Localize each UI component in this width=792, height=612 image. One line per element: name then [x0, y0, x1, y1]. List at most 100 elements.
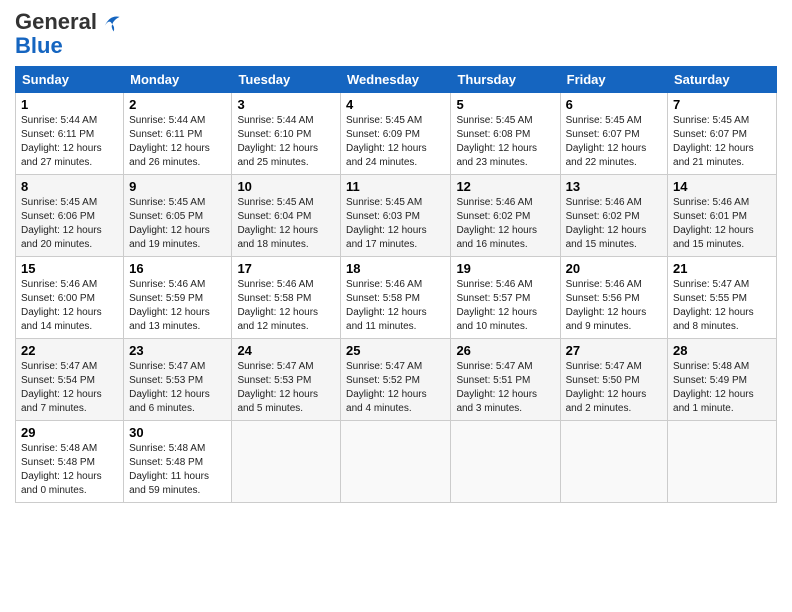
- day-number: 13: [566, 179, 662, 194]
- calendar-cell: 11Sunrise: 5:45 AM Sunset: 6:03 PM Dayli…: [341, 175, 451, 257]
- calendar-cell: 23 Sunrise: 5:47 AM Sunset: 5:53 PM Dayli…: [124, 339, 232, 421]
- day-info: Sunrise: 5:47 AM Sunset: 5:52 PM Dayligh…: [346, 360, 445, 416]
- calendar-cell: [341, 421, 451, 503]
- day-info: Sunrise: 5:47 AM Sunset: 5:51 PM Dayligh…: [456, 360, 554, 416]
- weekday-header-tuesday: Tuesday: [232, 67, 341, 93]
- calendar-week-4: 22 Sunrise: 5:47 AM Sunset: 5:54 PM Dayli…: [16, 339, 777, 421]
- day-number: 24: [237, 343, 335, 358]
- calendar-cell: 24 Sunrise: 5:47 AM Sunset: 5:53 PM Dayli…: [232, 339, 341, 421]
- calendar-cell: 2 Sunrise: 5:44 AM Sunset: 6:11 PM Daylig…: [124, 93, 232, 175]
- weekday-header-wednesday: Wednesday: [341, 67, 451, 93]
- day-info: Sunrise: 5:48 AM Sunset: 5:48 PM Dayligh…: [21, 442, 118, 498]
- day-info: Sunrise: 5:46 AM Sunset: 6:02 PM Dayligh…: [566, 196, 662, 252]
- calendar-table: SundayMondayTuesdayWednesdayThursdayFrid…: [15, 66, 777, 503]
- calendar-cell: 10 Sunrise: 5:45 AM Sunset: 6:04 PM Dayli…: [232, 175, 341, 257]
- day-info: Sunrise: 5:46 AM Sunset: 5:59 PM Dayligh…: [129, 278, 226, 334]
- day-number: 15: [21, 261, 118, 276]
- calendar-cell: [668, 421, 777, 503]
- calendar-cell: 29 Sunrise: 5:48 AM Sunset: 5:48 PM Dayli…: [16, 421, 124, 503]
- day-info: Sunrise: 5:45 AM Sunset: 6:07 PM Dayligh…: [673, 114, 771, 170]
- day-info: Sunrise: 5:47 AM Sunset: 5:55 PM Dayligh…: [673, 278, 771, 334]
- day-info: Sunrise: 5:46 AM Sunset: 6:02 PM Dayligh…: [456, 196, 554, 252]
- calendar-cell: 22 Sunrise: 5:47 AM Sunset: 5:54 PM Dayli…: [16, 339, 124, 421]
- day-number: 2: [129, 97, 226, 112]
- day-info: Sunrise: 5:46 AM Sunset: 6:01 PM Dayligh…: [673, 196, 771, 252]
- calendar-week-1: 1 Sunrise: 5:44 AM Sunset: 6:11 PM Daylig…: [16, 93, 777, 175]
- calendar-cell: 19 Sunrise: 5:46 AM Sunset: 5:57 PM Dayli…: [451, 257, 560, 339]
- day-info: Sunrise: 5:48 AM Sunset: 5:48 PM Dayligh…: [129, 442, 226, 498]
- day-number: 3: [237, 97, 335, 112]
- day-info: Sunrise: 5:45 AM Sunset: 6:04 PM Dayligh…: [237, 196, 335, 252]
- page: General Blue SundayMondayTuesdayWednesda…: [0, 0, 792, 612]
- day-info: Sunrise: 5:45 AM Sunset: 6:03 PM Dayligh…: [346, 196, 445, 252]
- day-info: Sunrise: 5:46 AM Sunset: 6:00 PM Dayligh…: [21, 278, 118, 334]
- day-info: Sunrise: 5:44 AM Sunset: 6:11 PM Dayligh…: [21, 114, 118, 170]
- calendar-cell: 3 Sunrise: 5:44 AM Sunset: 6:10 PM Daylig…: [232, 93, 341, 175]
- calendar-body: 1 Sunrise: 5:44 AM Sunset: 6:11 PM Daylig…: [16, 93, 777, 503]
- day-number: 22: [21, 343, 118, 358]
- calendar-cell: 16Sunrise: 5:46 AM Sunset: 5:59 PM Dayli…: [124, 257, 232, 339]
- day-number: 7: [673, 97, 771, 112]
- day-number: 6: [566, 97, 662, 112]
- calendar-cell: 20Sunrise: 5:46 AM Sunset: 5:56 PM Dayli…: [560, 257, 667, 339]
- logo: General Blue: [15, 10, 121, 58]
- day-number: 19: [456, 261, 554, 276]
- day-info: Sunrise: 5:46 AM Sunset: 5:57 PM Dayligh…: [456, 278, 554, 334]
- day-number: 10: [237, 179, 335, 194]
- calendar-week-5: 29 Sunrise: 5:48 AM Sunset: 5:48 PM Dayli…: [16, 421, 777, 503]
- day-number: 26: [456, 343, 554, 358]
- day-number: 1: [21, 97, 118, 112]
- day-info: Sunrise: 5:47 AM Sunset: 5:54 PM Dayligh…: [21, 360, 118, 416]
- calendar-cell: 28 Sunrise: 5:48 AM Sunset: 5:49 PM Dayli…: [668, 339, 777, 421]
- day-info: Sunrise: 5:45 AM Sunset: 6:07 PM Dayligh…: [566, 114, 662, 170]
- calendar-cell: 15 Sunrise: 5:46 AM Sunset: 6:00 PM Dayli…: [16, 257, 124, 339]
- weekday-header-thursday: Thursday: [451, 67, 560, 93]
- day-number: 14: [673, 179, 771, 194]
- calendar-cell: [232, 421, 341, 503]
- calendar-week-3: 15 Sunrise: 5:46 AM Sunset: 6:00 PM Dayli…: [16, 257, 777, 339]
- day-info: Sunrise: 5:47 AM Sunset: 5:53 PM Dayligh…: [129, 360, 226, 416]
- day-info: Sunrise: 5:47 AM Sunset: 5:50 PM Dayligh…: [566, 360, 662, 416]
- calendar-cell: 9Sunrise: 5:45 AM Sunset: 6:05 PM Daylig…: [124, 175, 232, 257]
- calendar-cell: 21Sunrise: 5:47 AM Sunset: 5:55 PM Dayli…: [668, 257, 777, 339]
- day-number: 8: [21, 179, 118, 194]
- calendar-cell: 13 Sunrise: 5:46 AM Sunset: 6:02 PM Dayli…: [560, 175, 667, 257]
- calendar-cell: [451, 421, 560, 503]
- header: General Blue: [15, 10, 777, 58]
- day-number: 9: [129, 179, 226, 194]
- calendar-cell: [560, 421, 667, 503]
- weekday-header-monday: Monday: [124, 67, 232, 93]
- calendar-cell: 26 Sunrise: 5:47 AM Sunset: 5:51 PM Dayli…: [451, 339, 560, 421]
- day-number: 20: [566, 261, 662, 276]
- calendar-cell: 5Sunrise: 5:45 AM Sunset: 6:08 PM Daylig…: [451, 93, 560, 175]
- day-info: Sunrise: 5:48 AM Sunset: 5:49 PM Dayligh…: [673, 360, 771, 416]
- day-number: 17: [237, 261, 335, 276]
- day-number: 27: [566, 343, 662, 358]
- day-number: 25: [346, 343, 445, 358]
- calendar-cell: 17Sunrise: 5:46 AM Sunset: 5:58 PM Dayli…: [232, 257, 341, 339]
- calendar-cell: 1 Sunrise: 5:44 AM Sunset: 6:11 PM Daylig…: [16, 93, 124, 175]
- logo-blue: Blue: [15, 34, 121, 58]
- day-info: Sunrise: 5:45 AM Sunset: 6:06 PM Dayligh…: [21, 196, 118, 252]
- day-number: 28: [673, 343, 771, 358]
- day-info: Sunrise: 5:47 AM Sunset: 5:53 PM Dayligh…: [237, 360, 335, 416]
- logo-bird-icon: [99, 11, 121, 33]
- day-info: Sunrise: 5:44 AM Sunset: 6:11 PM Dayligh…: [129, 114, 226, 170]
- calendar-cell: 14 Sunrise: 5:46 AM Sunset: 6:01 PM Dayli…: [668, 175, 777, 257]
- day-number: 12: [456, 179, 554, 194]
- day-number: 4: [346, 97, 445, 112]
- day-info: Sunrise: 5:44 AM Sunset: 6:10 PM Dayligh…: [237, 114, 335, 170]
- logo-general: General: [15, 10, 97, 34]
- day-info: Sunrise: 5:45 AM Sunset: 6:08 PM Dayligh…: [456, 114, 554, 170]
- calendar-cell: 8 Sunrise: 5:45 AM Sunset: 6:06 PM Daylig…: [16, 175, 124, 257]
- calendar-cell: 6 Sunrise: 5:45 AM Sunset: 6:07 PM Daylig…: [560, 93, 667, 175]
- calendar-cell: 30 Sunrise: 5:48 AM Sunset: 5:48 PM Dayli…: [124, 421, 232, 503]
- calendar-cell: 4Sunrise: 5:45 AM Sunset: 6:09 PM Daylig…: [341, 93, 451, 175]
- weekday-header-saturday: Saturday: [668, 67, 777, 93]
- day-number: 30: [129, 425, 226, 440]
- day-number: 23: [129, 343, 226, 358]
- weekday-header-row: SundayMondayTuesdayWednesdayThursdayFrid…: [16, 67, 777, 93]
- calendar-cell: 27 Sunrise: 5:47 AM Sunset: 5:50 PM Dayli…: [560, 339, 667, 421]
- day-number: 29: [21, 425, 118, 440]
- calendar-week-2: 8 Sunrise: 5:45 AM Sunset: 6:06 PM Daylig…: [16, 175, 777, 257]
